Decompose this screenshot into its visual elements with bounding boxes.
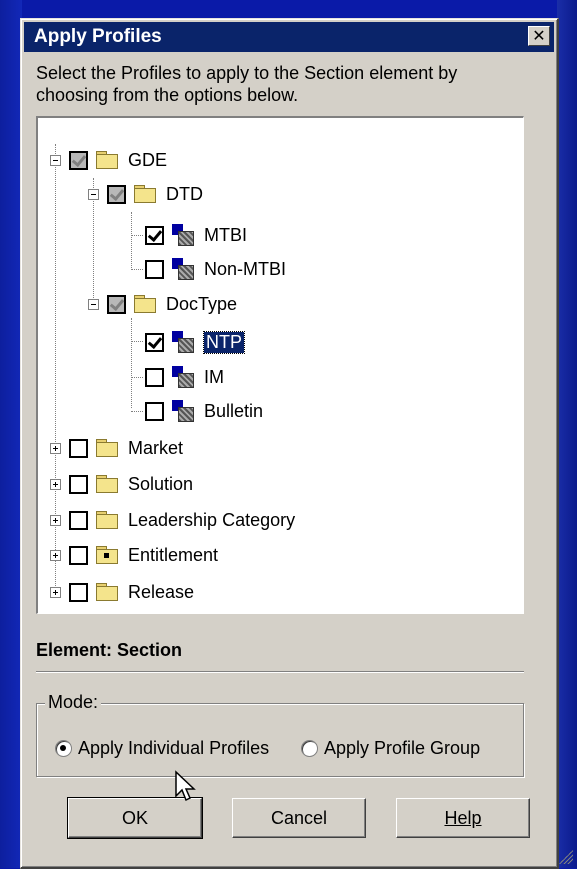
tree-item-label: Release [128,581,195,602]
tree-checkbox[interactable] [145,225,164,245]
profiles-tree[interactable]: GDE DTD MTBI Non-MTBI DocType NTP IM Bul… [36,116,524,614]
tree-checkbox[interactable] [69,438,88,458]
tree-item-market[interactable]: Market [50,432,183,464]
cancel-button-label: Cancel [270,807,328,828]
tree-checkbox[interactable] [69,510,88,530]
profile-icon [172,366,194,388]
tree-connector [131,341,143,342]
radio-button-icon[interactable] [301,740,318,757]
profile-icon [172,400,194,422]
tree-connector [131,377,143,378]
close-icon: ✕ [532,26,546,45]
tree-checkbox[interactable] [69,545,88,565]
tree-connector [131,269,143,270]
collapse-icon[interactable] [88,188,99,200]
tree-item-gde[interactable]: GDE [50,144,167,176]
expand-icon[interactable] [50,549,61,561]
folder-icon [96,439,118,457]
radio-label: Apply Individual Profiles [78,738,270,758]
close-button[interactable]: ✕ [528,26,550,46]
mouse-pointer-icon [175,770,196,802]
folder-icon [96,151,118,169]
instructions-text: Select the Profiles to apply to the Sect… [36,63,458,105]
expand-icon[interactable] [50,478,61,490]
expand-icon[interactable] [50,442,61,454]
tree-connector [131,411,143,412]
tree-connector [131,212,132,268]
tree-item-non-mtbi[interactable]: Non-MTBI [145,253,286,285]
tree-item-label: IM [204,366,224,387]
tree-item-solution[interactable]: Solution [50,468,193,500]
help-button-label: Help [444,807,482,828]
tree-checkbox[interactable] [145,332,164,352]
tree-item-label: Non-MTBI [204,258,287,279]
element-label: Element: Section [36,640,183,660]
divider [36,671,524,673]
tree-item-doctype[interactable]: DocType [88,288,237,320]
tree-item-bulletin[interactable]: Bulletin [145,395,263,427]
ok-button[interactable]: OK [67,797,203,839]
radio-label: Apply Profile Group [324,738,481,758]
tree-item-dtd[interactable]: DTD [88,178,203,210]
folder-icon [134,295,156,313]
tree-item-label: Leadership Category [128,509,296,530]
tree-item-label: Bulletin [204,400,264,421]
folder-icon [96,475,118,493]
background-left [0,0,22,868]
tree-checkbox[interactable] [69,150,88,170]
collapse-icon[interactable] [50,154,61,166]
tree-item-label: Solution [128,473,194,494]
tree-item-ntp[interactable]: NTP [145,326,245,358]
ok-button-label: OK [121,807,148,828]
tree-item-label: DTD [166,183,203,204]
locked-folder-icon [96,546,118,564]
profile-icon [172,258,194,280]
tree-item-label: DocType [166,293,238,314]
folder-icon [96,511,118,529]
radio-button-icon[interactable] [55,740,72,757]
collapse-icon[interactable] [88,298,99,310]
folder-icon [134,185,156,203]
tree-checkbox[interactable] [107,184,126,204]
tree-checkbox[interactable] [145,367,164,387]
dialog-title: Apply Profiles [34,26,162,47]
tree-item-label: Entitlement [128,544,219,565]
tree-item-entitlement[interactable]: Entitlement [50,539,218,571]
mode-groupbox: Mode: Apply Individual Profiles Apply Pr… [36,692,524,777]
tree-checkbox[interactable] [69,474,88,494]
tree-item-release[interactable]: Release [50,576,194,608]
expand-icon[interactable] [50,514,61,526]
cancel-button[interactable]: Cancel [232,798,366,838]
tree-checkbox[interactable] [145,401,164,421]
tree-item-im[interactable]: IM [145,361,224,393]
radio-apply-individual-profiles[interactable]: Apply Individual Profiles [55,738,269,759]
help-button[interactable]: Help [396,798,530,838]
tree-item-leadership-category[interactable]: Leadership Category [50,504,295,536]
profile-icon [172,224,194,246]
background-right [557,0,577,868]
radio-apply-profile-group[interactable]: Apply Profile Group [301,738,480,759]
tree-item-label: MTBI [204,224,247,245]
tree-checkbox[interactable] [69,582,88,602]
tree-checkbox[interactable] [107,294,126,314]
title-bar[interactable]: Apply Profiles ✕ [24,22,554,52]
profile-icon [172,331,194,353]
tree-item-label: Market [128,437,184,458]
resize-grip-icon[interactable] [559,850,573,864]
tree-connector [131,235,143,236]
tree-item-mtbi[interactable]: MTBI [145,219,247,251]
folder-icon [96,583,118,601]
tree-connector [131,318,132,408]
mode-legend: Mode: [45,692,102,713]
tree-checkbox[interactable] [145,259,164,279]
expand-icon[interactable] [50,586,61,598]
tree-item-label: NTP [203,330,245,354]
tree-item-label: GDE [128,149,168,170]
